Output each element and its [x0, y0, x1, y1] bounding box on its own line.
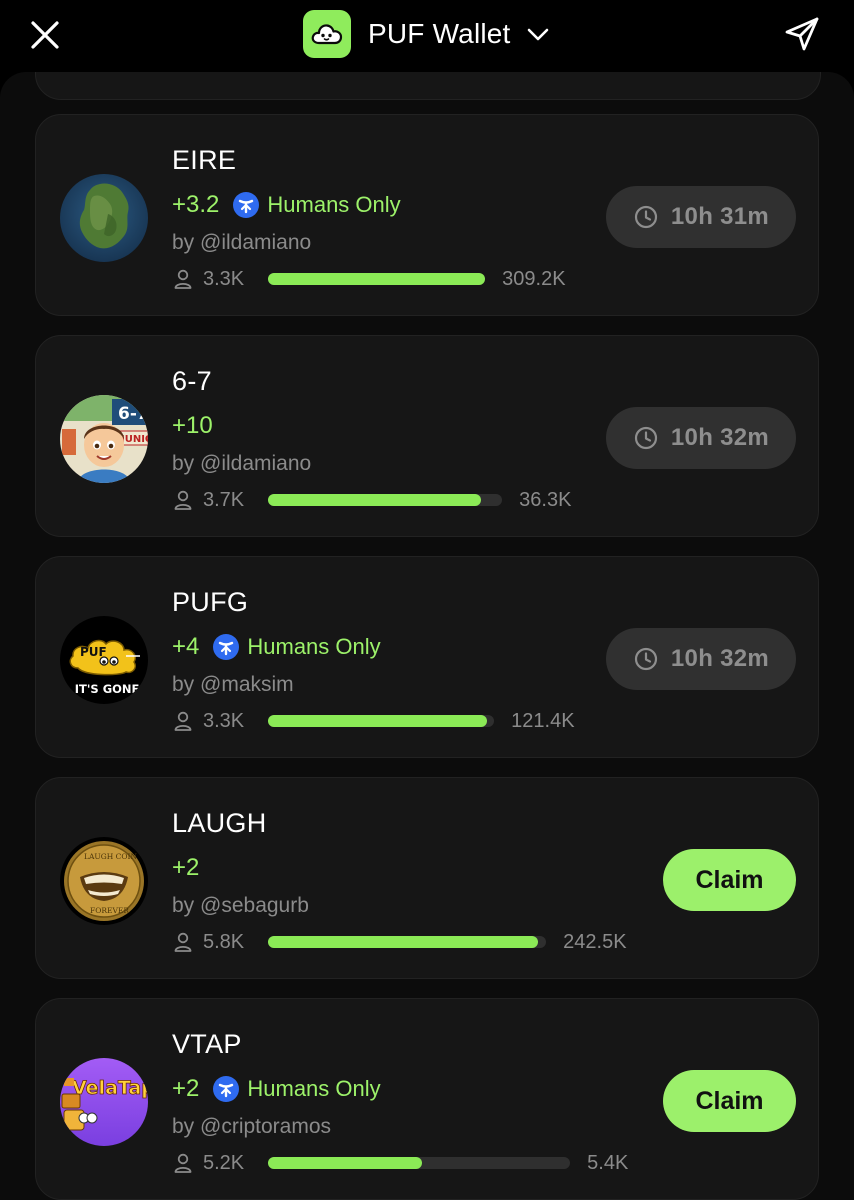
token-avatar: PUF - IT'S GONE — [60, 616, 148, 704]
creator-byline: by @criptoramos — [172, 1115, 332, 1138]
stats-row: 3.7K 36.3K — [172, 486, 571, 514]
user-icon — [174, 269, 192, 289]
stats-row: 5.8K 242.5K — [172, 928, 627, 956]
progress-fill — [268, 494, 482, 506]
share-button[interactable] — [782, 14, 822, 54]
close-button[interactable] — [26, 16, 64, 54]
creator-byline: by @ildamiano — [172, 231, 312, 254]
holders-count: 5.8K — [203, 930, 245, 953]
progress-fill — [268, 715, 488, 727]
stats-row: 3.3K 309.2K — [172, 265, 566, 293]
user-icon — [174, 932, 192, 952]
cloud-logo-icon — [303, 10, 351, 58]
cooldown-timer-button[interactable]: 10h 32m — [606, 628, 796, 690]
previous-card — [35, 72, 821, 100]
timer-label: 10h 32m — [670, 424, 770, 451]
wallet-title: PUF Wallet — [368, 18, 511, 49]
avatar-text: VelaTap — [72, 1077, 148, 1099]
wallet-switcher[interactable]: PUF Wallet — [303, 10, 551, 58]
creator-byline: by @sebagurb — [172, 894, 309, 917]
stats-row: 3.3K 121.4K — [172, 707, 575, 735]
reward-amount: +2 — [172, 854, 200, 881]
claim-button[interactable]: Claim — [663, 849, 796, 911]
progress-fill — [268, 936, 538, 948]
progress-bar — [268, 715, 495, 727]
supply-amount: 309.2K — [502, 267, 566, 290]
humans-only-label: Humans Only — [247, 1076, 381, 1101]
progress-fill — [268, 1157, 423, 1169]
avatar-text: LAUGH COIN — [84, 852, 137, 861]
humans-only-label: Humans Only — [267, 192, 401, 217]
progress-bar — [268, 1157, 571, 1169]
token-avatar: LAUGH COIN FOREVER — [60, 837, 148, 925]
creator-byline: by @maksim — [172, 673, 294, 696]
chevron-down-icon — [527, 28, 548, 41]
avatar-text: FOREVER — [90, 906, 129, 915]
progress-fill — [268, 273, 486, 285]
token-title: EIRE — [172, 145, 237, 175]
drop-card-laugh[interactable]: LAUGH COIN FOREVER LAUGH +2 by @sebagurb… — [35, 777, 819, 979]
world-id-icon — [233, 192, 260, 218]
reward-row: +3.2 Humans Only — [172, 189, 401, 221]
token-avatar: VelaTap — [60, 1058, 148, 1146]
supply-amount: 5.4K — [587, 1151, 629, 1174]
progress-bar — [268, 273, 486, 285]
drop-card-6-7[interactable]: 6-7 JUNIOR 6-7 +10 by @ildamiano — [35, 335, 819, 537]
drop-card-vtap[interactable]: VelaTap VTAP +2 Humans Only by @criptora… — [35, 998, 819, 1200]
drop-card-pufg[interactable]: PUF - IT'S GONE PUFG +4 Humans Only by @… — [35, 556, 819, 758]
holders-count: 3.3K — [203, 267, 245, 290]
send-icon — [785, 17, 819, 51]
world-id-icon — [213, 634, 240, 660]
token-title: PUFG — [172, 587, 249, 617]
reward-amount: +2 — [172, 1075, 200, 1102]
reward-row: +2 — [172, 852, 199, 884]
supply-amount: 242.5K — [563, 930, 627, 953]
token-avatar — [60, 174, 148, 262]
clock-icon — [634, 205, 658, 229]
avatar-text: JUNIOR — [120, 434, 148, 445]
cooldown-timer-button[interactable]: 10h 31m — [606, 186, 796, 248]
cooldown-timer-button[interactable]: 10h 32m — [606, 407, 796, 469]
timer-label: 10h 32m — [670, 645, 770, 672]
supply-amount: 36.3K — [519, 488, 572, 511]
clock-icon — [634, 426, 658, 450]
timer-label: 10h 31m — [670, 203, 770, 230]
token-title: 6-7 — [172, 366, 212, 396]
reward-row: +4 Humans Only — [172, 631, 381, 663]
reward-amount: +10 — [172, 412, 213, 439]
progress-bar — [268, 494, 503, 506]
reward-amount: +4 — [172, 633, 200, 660]
user-icon — [174, 490, 192, 510]
reward-row: +10 — [172, 410, 213, 442]
avatar-text: 6-7 — [118, 404, 148, 424]
humans-only-label: Humans Only — [247, 634, 381, 659]
token-avatar: 6-7 JUNIOR — [60, 395, 148, 483]
progress-bar — [268, 936, 547, 948]
creator-byline: by @ildamiano — [172, 452, 312, 475]
holders-count: 3.3K — [203, 709, 245, 732]
reward-amount: +3.2 — [172, 191, 220, 218]
holders-count: 5.2K — [203, 1151, 245, 1174]
reward-row: +2 Humans Only — [172, 1073, 381, 1105]
drop-card-eire[interactable]: EIRE +3.2 Humans Only by @ildamiano 3.3K… — [35, 114, 819, 316]
claim-button[interactable]: Claim — [663, 1070, 796, 1132]
stats-row: 5.2K 5.4K — [172, 1149, 628, 1177]
supply-amount: 121.4K — [511, 709, 575, 732]
user-icon — [174, 711, 192, 731]
holders-count: 3.7K — [203, 488, 245, 511]
token-title: LAUGH — [172, 808, 267, 838]
user-icon — [174, 1153, 192, 1173]
close-icon — [31, 21, 59, 49]
world-id-icon — [213, 1076, 240, 1102]
token-title: VTAP — [172, 1029, 242, 1059]
drops-list[interactable]: EIRE +3.2 Humans Only by @ildamiano 3.3K… — [0, 72, 854, 1200]
avatar-text: - IT'S GONE — [66, 682, 140, 696]
top-bar: PUF Wallet — [0, 0, 854, 72]
clock-icon — [634, 647, 658, 671]
